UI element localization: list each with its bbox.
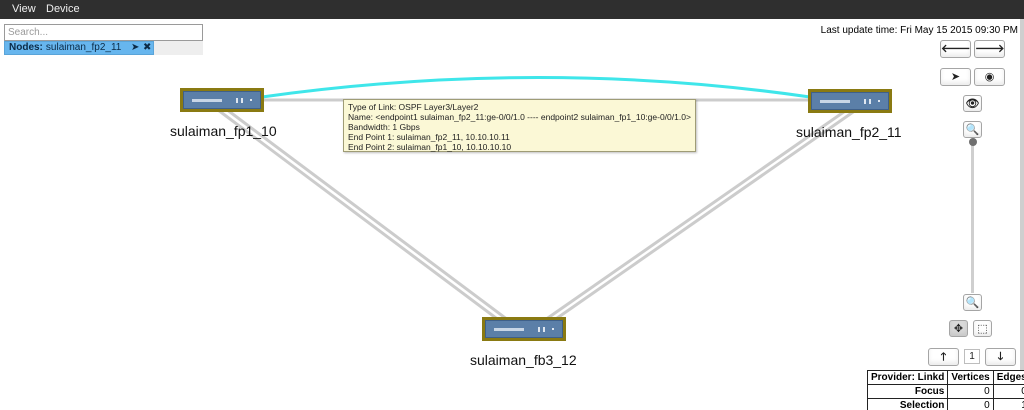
link-highlighted[interactable] bbox=[261, 76, 811, 99]
page-down-button[interactable]: 🡓 bbox=[985, 348, 1016, 366]
row-label: Selection bbox=[866, 398, 949, 410]
link-tooltip: Type of Link: OSPF Layer3/Layer2 Name: <… bbox=[343, 99, 696, 152]
arrow-left-icon: 🡐 bbox=[941, 43, 971, 55]
tooltip-line: Name: <endpoint1 sulaiman_fp2_11:ge-0/0/… bbox=[348, 112, 691, 122]
table-row: Selection 0 1 bbox=[866, 398, 1024, 410]
zoom-out-icon: 🔍 bbox=[965, 297, 980, 309]
locate-button[interactable]: ➤ bbox=[940, 68, 971, 86]
zoom-out-button[interactable]: 🔍 bbox=[963, 294, 982, 311]
vertices-header: Vertices bbox=[947, 370, 994, 385]
tooltip-line: End Point 1: sulaiman_fp2_11, 10.10.10.1… bbox=[348, 132, 510, 142]
stats-table: Provider: Linkd Vertices Edges Focus 0 0… bbox=[866, 370, 1024, 410]
arrow-up-icon: 🡑 bbox=[940, 351, 947, 363]
vertices-cell: 0 bbox=[947, 384, 994, 399]
zoom-in-button[interactable]: 🔍 bbox=[963, 121, 982, 138]
page-number: 1 bbox=[964, 349, 980, 364]
node-label-fb3: sulaiman_fb3_12 bbox=[470, 352, 577, 368]
select-mode-button[interactable]: ⬚ bbox=[973, 320, 992, 337]
router-device-fp1[interactable] bbox=[180, 88, 264, 112]
select-box-icon: ⬚ bbox=[977, 323, 988, 335]
globe-button[interactable]: ◉ bbox=[974, 68, 1005, 86]
page-up-button[interactable]: 🡑 bbox=[928, 348, 959, 366]
row-label: Focus bbox=[866, 384, 949, 399]
eye-icon: 👁 bbox=[965, 98, 980, 110]
stats-header-row: Provider: Linkd Vertices Edges bbox=[866, 370, 1024, 385]
router-device-fp2[interactable] bbox=[808, 89, 892, 113]
tooltip-line: Bandwidth: 1 Gbps bbox=[348, 122, 420, 132]
provider-header: Provider: Linkd bbox=[866, 370, 949, 385]
tooltip-line: Type of Link: OSPF Layer3/Layer2 bbox=[348, 102, 479, 112]
zoom-slider-thumb[interactable] bbox=[969, 138, 977, 146]
edges-cell: 1 bbox=[992, 398, 1024, 410]
move-mode-button[interactable]: ✥ bbox=[949, 320, 968, 337]
zoom-slider[interactable] bbox=[971, 141, 974, 293]
move-icon: ✥ bbox=[953, 323, 964, 335]
node-label-fp2: sulaiman_fp2_11 bbox=[796, 124, 902, 140]
edges-header: Edges bbox=[992, 370, 1024, 385]
view-button[interactable]: 👁 bbox=[963, 95, 982, 112]
pan-left-button[interactable]: 🡐 bbox=[940, 40, 971, 58]
topology-canvas[interactable] bbox=[0, 0, 1024, 410]
locate-arrow-icon: ➤ bbox=[950, 71, 961, 83]
edges-cell: 0 bbox=[992, 384, 1024, 399]
tooltip-line: End Point 2: sulaiman_fp1_10, 10.10.10.1… bbox=[348, 142, 512, 152]
pan-right-button[interactable]: 🡒 bbox=[974, 40, 1005, 58]
arrow-right-icon: 🡒 bbox=[975, 43, 1005, 55]
table-row: Focus 0 0 bbox=[866, 384, 1024, 399]
zoom-in-icon: 🔍 bbox=[965, 124, 980, 136]
router-device-fb3[interactable] bbox=[482, 317, 566, 341]
arrow-down-icon: 🡓 bbox=[997, 351, 1004, 363]
globe-icon: ◉ bbox=[984, 71, 995, 83]
node-label-fp1: sulaiman_fp1_10 bbox=[170, 123, 277, 139]
vertices-cell: 0 bbox=[947, 398, 994, 410]
